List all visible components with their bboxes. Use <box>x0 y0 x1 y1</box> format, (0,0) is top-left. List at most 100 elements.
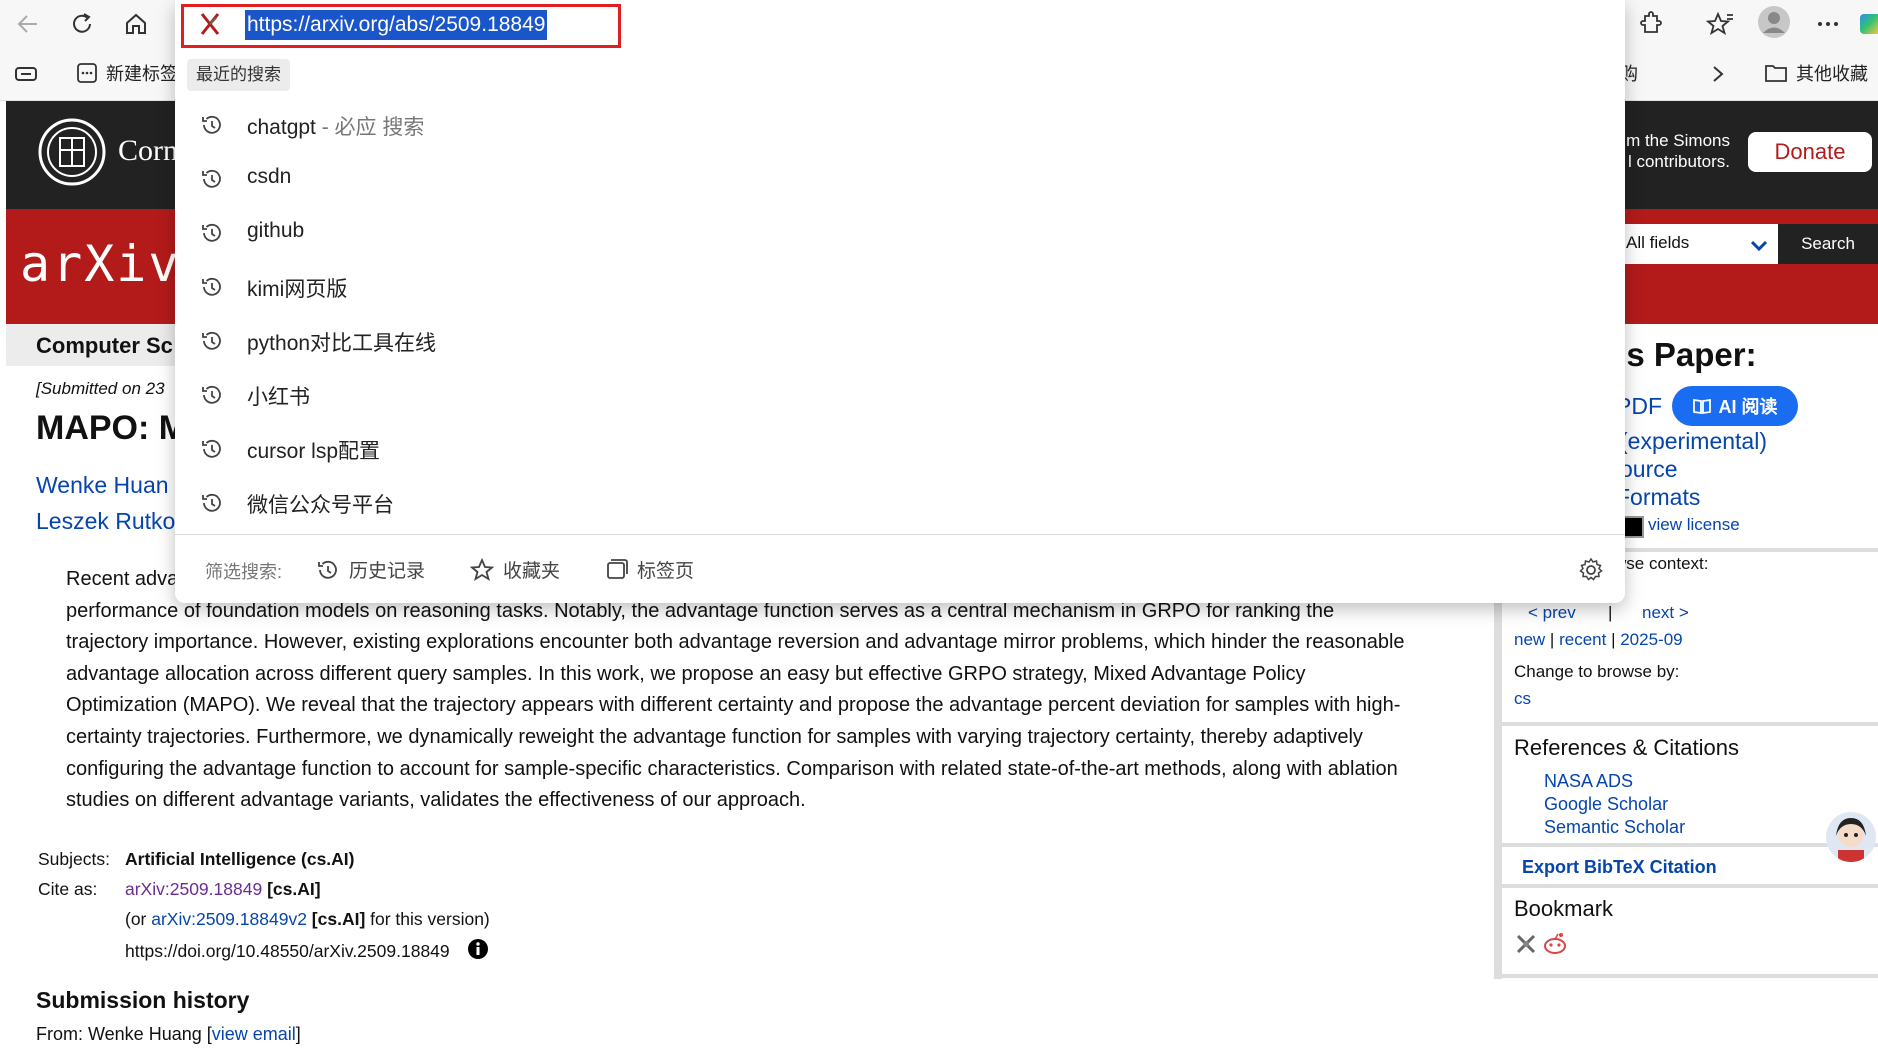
bookmark-new-tab[interactable]: 新建标签 <box>76 60 178 86</box>
prev-next-separator: | <box>1608 603 1613 622</box>
next-link[interactable]: next > <box>1642 603 1689 623</box>
doi-link[interactable]: https://doi.org/10.48550/arXiv.2509.1884… <box>125 941 450 962</box>
date-link[interactable]: 2025-09 <box>1620 630 1682 649</box>
google-scholar-link[interactable]: Google Scholar <box>1544 794 1668 815</box>
history-text: chatgpt <box>247 116 316 139</box>
abstract-line: certainty trajectories. Furthermore, we … <box>66 725 1363 748</box>
history-suggestion[interactable]: python对比工具在线 <box>175 314 1625 368</box>
history-text: python对比工具在线 <box>247 332 437 355</box>
browse-sep: | <box>1549 630 1555 649</box>
submitted-date: [Submitted on 23 <box>36 379 165 398</box>
history-suggestion[interactable]: csdn <box>175 152 1625 206</box>
author-link[interactable]: Leszek Rutko <box>36 508 175 535</box>
address-input[interactable]: https://arxiv.org/abs/2509.18849 <box>245 10 548 40</box>
profile-avatar-icon[interactable] <box>1756 4 1792 40</box>
prev-link[interactable]: < prev <box>1528 603 1576 623</box>
info-icon[interactable] <box>467 938 489 960</box>
history-suggestion[interactable]: kimi网页版 <box>175 260 1625 314</box>
history-suggestion[interactable]: 微信公众号平台 <box>175 476 1625 530</box>
dropdown-divider <box>175 534 1625 535</box>
new-tab-label: 新建标签 <box>106 64 178 84</box>
filter-history-button[interactable]: 历史记录 <box>315 556 425 583</box>
browse-sep: | <box>1611 630 1616 649</box>
history-suggestion[interactable]: github <box>175 206 1625 260</box>
home-icon[interactable] <box>118 6 154 42</box>
abstract-line: Optimization (MAPO). We reveal that the … <box>66 694 1401 717</box>
site-favicon-icon <box>199 12 221 36</box>
cornell-name[interactable]: Corn <box>118 134 178 168</box>
settings-gear-icon[interactable] <box>1578 557 1604 583</box>
tex-source-link[interactable]: ource <box>1620 456 1678 483</box>
abstract-line: advantage allocation across different qu… <box>66 662 1306 685</box>
sidebar-divider <box>1502 843 1878 847</box>
address-suggestions-dropdown: https://arxiv.org/abs/2509.18849 最近的搜索 c… <box>175 0 1625 603</box>
author-link[interactable]: Wenke Huan <box>36 472 169 499</box>
sidebar-divider <box>1502 722 1878 726</box>
tab-actions-icon[interactable] <box>8 56 44 92</box>
history-text: kimi网页版 <box>247 278 348 301</box>
category-title: Computer Sc <box>36 333 173 358</box>
export-bibtex-link[interactable]: Export BibTeX Citation <box>1522 857 1717 878</box>
history-suggestion[interactable]: 小红书 <box>175 368 1625 422</box>
history-text: github <box>247 219 305 242</box>
history-suggestion[interactable]: cursor lsp配置 <box>175 422 1625 476</box>
view-license-link[interactable]: view license <box>1648 515 1740 535</box>
simons-line-2: l contributors. <box>1627 152 1730 171</box>
semantic-scholar-link[interactable]: Semantic Scholar <box>1544 817 1685 838</box>
other-formats-link[interactable]: Formats <box>1616 484 1700 511</box>
new-tab-icon <box>76 62 98 84</box>
filter-favorites-button[interactable]: 收藏夹 <box>469 556 560 583</box>
extensions-icon[interactable] <box>1632 6 1668 42</box>
back-arrow-icon[interactable] <box>10 6 46 42</box>
more-menu-icon[interactable] <box>1810 6 1846 42</box>
history-clock-icon <box>199 490 225 516</box>
cornell-seal-icon[interactable] <box>38 118 106 186</box>
history-text: 微信公众号平台 <box>247 494 394 517</box>
cite-version-link[interactable]: arXiv:2509.18849v2 <box>151 909 307 929</box>
arxiv-logo[interactable]: arXiv <box>20 235 181 293</box>
refresh-icon[interactable] <box>64 6 100 42</box>
history-clock-icon <box>199 436 225 462</box>
history-clock-icon <box>315 557 341 583</box>
copilot-icon[interactable] <box>1860 14 1878 34</box>
cite-version-pre: (or <box>125 909 152 929</box>
new-link[interactable]: new <box>1514 630 1545 649</box>
favorites-star-icon[interactable] <box>1702 6 1738 42</box>
history-clock-icon <box>199 166 225 192</box>
paper-title: MAPO: M <box>36 409 188 447</box>
nasa-ads-link[interactable]: NASA ADS <box>1544 771 1633 792</box>
filter-favorites-label: 收藏夹 <box>503 561 561 582</box>
search-button[interactable]: Search <box>1778 224 1878 264</box>
reddit-icon[interactable] <box>1542 930 1568 956</box>
history-text: 小红书 <box>247 386 310 409</box>
history-source: - 必应 搜索 <box>315 116 425 139</box>
book-icon <box>1692 397 1712 415</box>
history-text: csdn <box>247 165 292 188</box>
submitter: From: Wenke Huang [view email] <box>36 1024 301 1045</box>
history-clock-icon <box>199 220 225 246</box>
bibsonomy-icon[interactable] <box>1514 932 1538 956</box>
cs-link[interactable]: cs <box>1514 689 1531 709</box>
history-suggestion[interactable]: chatgpt - 必应 搜索 <box>175 98 1625 152</box>
recent-link[interactable]: recent <box>1559 630 1606 649</box>
assistant-avatar[interactable] <box>1826 812 1876 862</box>
sidebar-divider <box>1502 884 1878 888</box>
ai-read-button[interactable]: AI 阅读 <box>1672 386 1798 426</box>
change-browse-label: Change to browse by: <box>1514 662 1680 681</box>
cite-as: arXiv:2509.18849 [cs.AI] <box>125 879 321 900</box>
other-favorites-folder[interactable]: 其他收藏 <box>1764 60 1868 86</box>
tabs-icon <box>603 557 629 583</box>
html-experimental-link[interactable]: (experimental) <box>1620 428 1767 455</box>
donate-button[interactable]: Donate <box>1748 132 1872 172</box>
search-field-select[interactable]: All fields <box>1608 224 1778 264</box>
filter-label: 筛选搜索: <box>205 562 283 582</box>
chevron-right-icon[interactable] <box>1700 56 1736 92</box>
filter-tabs-button[interactable]: 标签页 <box>603 556 694 583</box>
cite-link[interactable]: arXiv:2509.18849 <box>125 879 262 899</box>
abstract-line: configuring the advantage function to ac… <box>66 757 1398 780</box>
search-field-value: All fields <box>1626 233 1690 252</box>
history-clock-icon <box>199 274 225 300</box>
view-email-link[interactable]: view email <box>212 1024 296 1044</box>
submitter-close: ] <box>295 1024 301 1044</box>
subjects-label: Subjects: <box>38 849 110 869</box>
